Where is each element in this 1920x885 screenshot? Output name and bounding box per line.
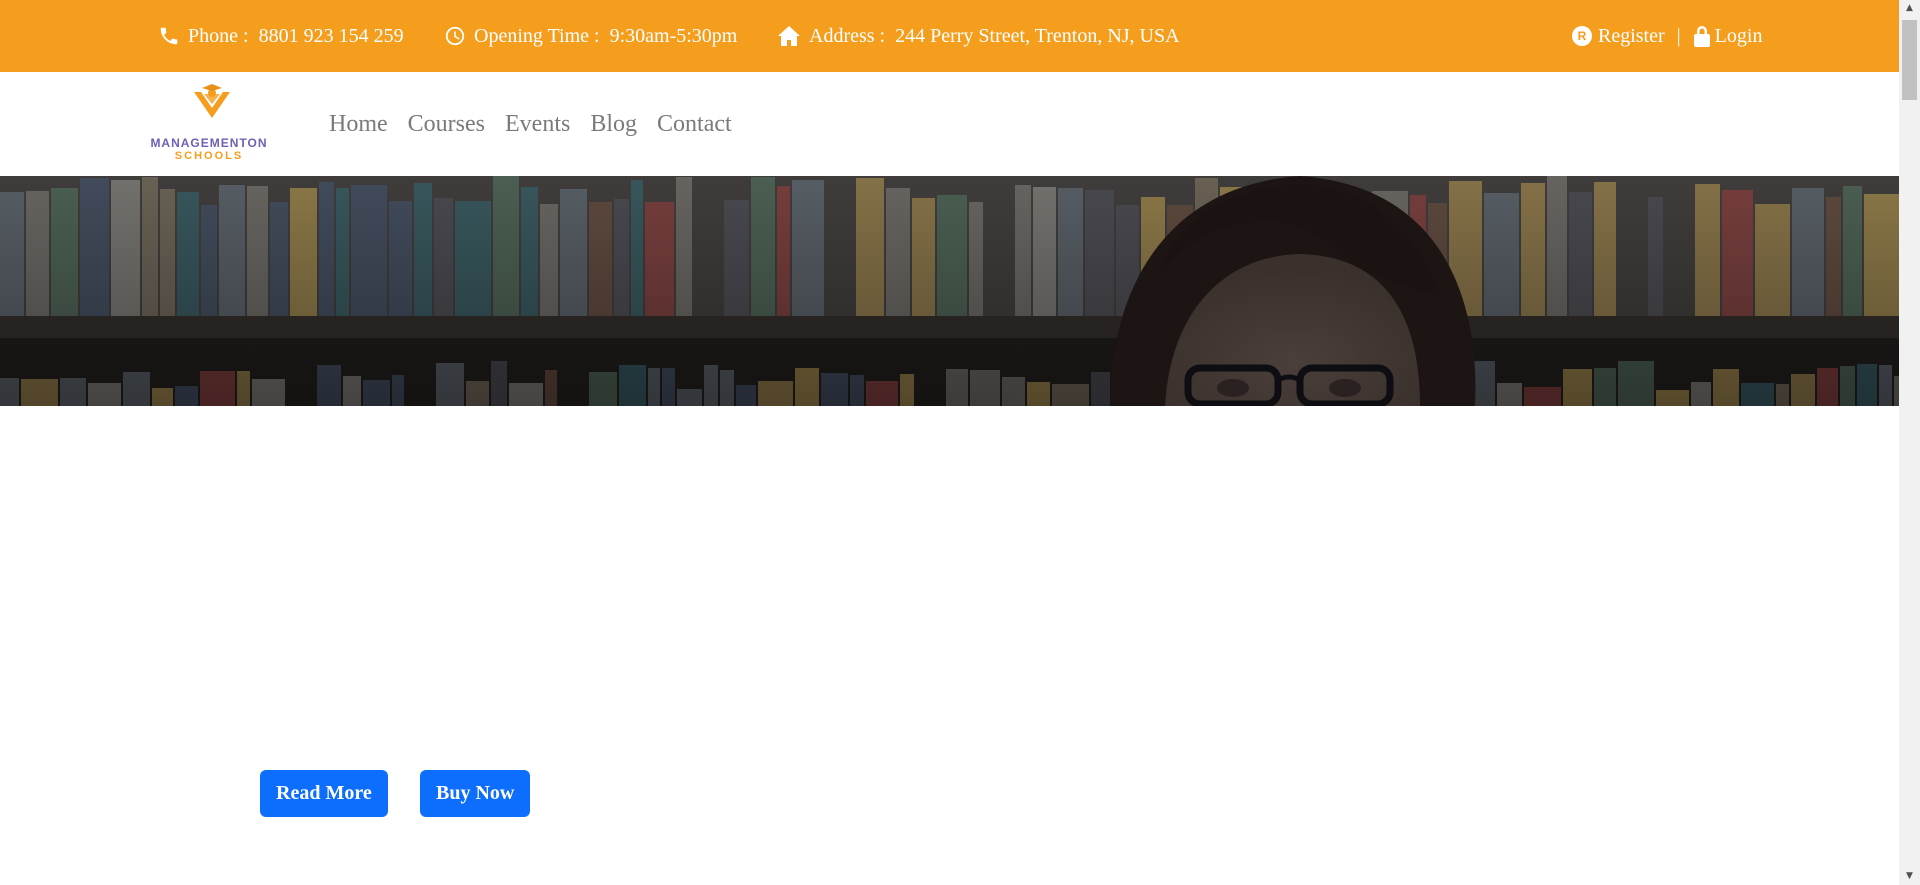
- scroll-up-arrow-icon[interactable]: ▲: [1899, 0, 1920, 17]
- page: Phone : 8801 923 154 259 Opening Time : …: [0, 0, 1920, 885]
- address-label: Address :: [809, 24, 886, 47]
- nav-item-home[interactable]: Home: [329, 111, 388, 138]
- opening-time-label: Opening Time :: [474, 24, 600, 47]
- brand-name: MANAGEMENTON: [150, 136, 268, 150]
- read-more-button[interactable]: Read More: [260, 770, 388, 817]
- scroll-thumb[interactable]: [1902, 20, 1917, 100]
- brand-logo[interactable]: MANAGEMENTON SCHOOLS: [144, 84, 284, 164]
- nav-item-events[interactable]: Events: [505, 111, 570, 138]
- hero-library-image: [0, 176, 1899, 406]
- account-links: R Register | Login: [1572, 0, 1762, 72]
- register-icon: R: [1572, 26, 1592, 46]
- opening-time-value: 9:30am-5:30pm: [609, 24, 738, 47]
- phone-info[interactable]: Phone : 8801 923 154 259: [158, 0, 404, 72]
- top-info-bar: Phone : 8801 923 154 259 Opening Time : …: [0, 0, 1899, 72]
- opening-time-info: Opening Time : 9:30am-5:30pm: [444, 0, 737, 72]
- address-info: Address : 244 Perry Street, Trenton, NJ,…: [777, 0, 1180, 72]
- brand-subname: SCHOOLS: [174, 150, 244, 162]
- clock-icon: [444, 25, 466, 47]
- phone-value: 8801 923 154 259: [258, 24, 404, 47]
- buy-now-button[interactable]: Buy Now: [420, 770, 531, 817]
- lock-icon: [1693, 25, 1711, 47]
- phone-label: Phone :: [188, 24, 249, 47]
- vertical-scrollbar[interactable]: ▲ ▼: [1899, 0, 1920, 885]
- account-separator: |: [1676, 24, 1681, 47]
- nav-item-contact[interactable]: Contact: [657, 111, 732, 138]
- nav-item-blog[interactable]: Blog: [590, 111, 637, 138]
- nav-item-courses[interactable]: Courses: [408, 111, 485, 138]
- phone-icon: [158, 25, 180, 47]
- primary-nav: Home Courses Events Blog Contact: [329, 72, 752, 176]
- hero-banner: [0, 176, 1899, 406]
- scroll-down-arrow-icon[interactable]: ▼: [1899, 868, 1920, 885]
- register-link[interactable]: Register: [1598, 25, 1665, 48]
- home-icon: [777, 25, 801, 47]
- main-navbar: MANAGEMENTON SCHOOLS Home Courses Events…: [0, 72, 1899, 176]
- logo-emblem-icon: [194, 84, 230, 118]
- address-value: 244 Perry Street, Trenton, NJ, USA: [895, 24, 1180, 47]
- login-link[interactable]: Login: [1715, 25, 1763, 48]
